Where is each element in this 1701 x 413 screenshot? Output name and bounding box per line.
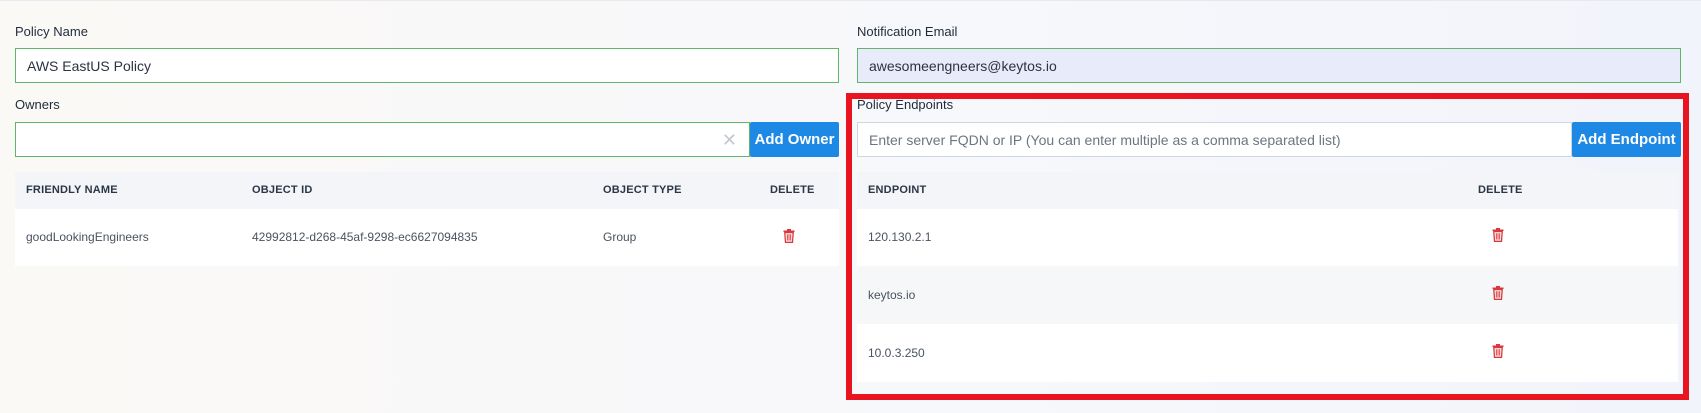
- notification-email-input[interactable]: awesomeengneers@keytos.io: [857, 48, 1681, 83]
- owners-label: Owners: [15, 97, 60, 112]
- trash-icon[interactable]: [783, 229, 795, 243]
- col-delete: DELETE: [770, 184, 815, 196]
- owners-search-input[interactable]: ✕: [15, 122, 750, 157]
- owner-object-type: Group: [603, 230, 637, 244]
- owner-friendly-name: goodLookingEngineers: [26, 230, 149, 244]
- owners-table-header: [15, 172, 839, 209]
- col-object-type: OBJECT TYPE: [603, 184, 682, 196]
- col-friendly-name: FRIENDLY NAME: [26, 184, 118, 196]
- policy-name-label: Policy Name: [15, 24, 88, 39]
- close-icon[interactable]: ✕: [722, 131, 737, 149]
- highlight-frame: [846, 93, 1689, 400]
- owner-object-id: 42992812-d268-45af-9298-ec6627094835: [252, 230, 478, 244]
- notification-email-label: Notification Email: [857, 24, 958, 39]
- col-object-id: OBJECT ID: [252, 184, 313, 196]
- add-owner-button[interactable]: Add Owner: [750, 122, 839, 157]
- policy-name-input[interactable]: AWS EastUS Policy: [15, 48, 839, 83]
